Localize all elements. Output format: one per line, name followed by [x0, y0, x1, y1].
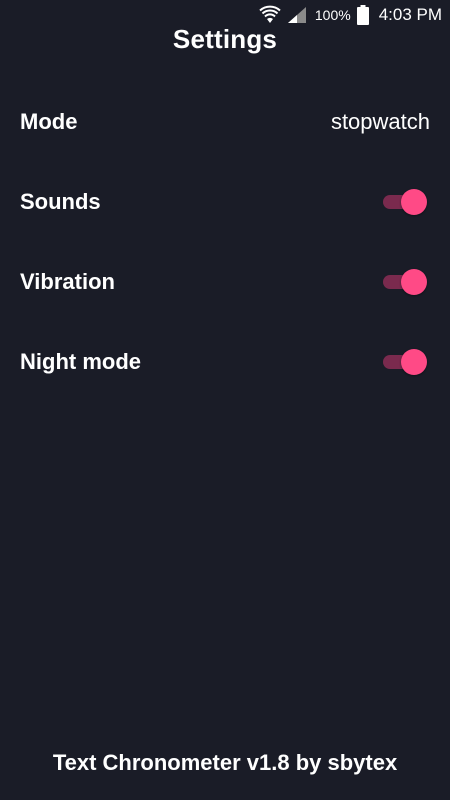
wifi-icon: [259, 5, 281, 25]
vibration-label: Vibration: [20, 269, 115, 294]
vibration-toggle[interactable]: [383, 268, 427, 296]
app-version-credit: Text Chronometer v1.8 by sbytex: [52, 750, 398, 775]
status-time: 4:03 PM: [378, 5, 442, 24]
setting-row-vibration[interactable]: Vibration: [0, 242, 450, 322]
toggle-thumb: [401, 349, 427, 375]
night-mode-label: Night mode: [20, 349, 141, 374]
sounds-label: Sounds: [20, 189, 101, 214]
mode-label: Mode: [20, 109, 78, 134]
setting-row-sounds[interactable]: Sounds: [0, 162, 450, 242]
setting-row-night-mode[interactable]: Night mode: [0, 322, 450, 402]
setting-row-mode[interactable]: Mode stopwatch: [0, 82, 450, 162]
battery-percent: 100%: [314, 7, 351, 23]
sounds-toggle[interactable]: [383, 188, 427, 216]
page-title: Settings: [172, 24, 278, 54]
toggle-thumb: [401, 189, 427, 215]
toggle-thumb: [401, 269, 427, 295]
settings-list: Mode stopwatch Sounds Vibration Night mo…: [0, 82, 450, 402]
signal-icon: [287, 6, 307, 24]
night-mode-toggle[interactable]: [383, 348, 427, 376]
battery-icon: [356, 5, 369, 25]
mode-value[interactable]: stopwatch: [331, 109, 430, 135]
